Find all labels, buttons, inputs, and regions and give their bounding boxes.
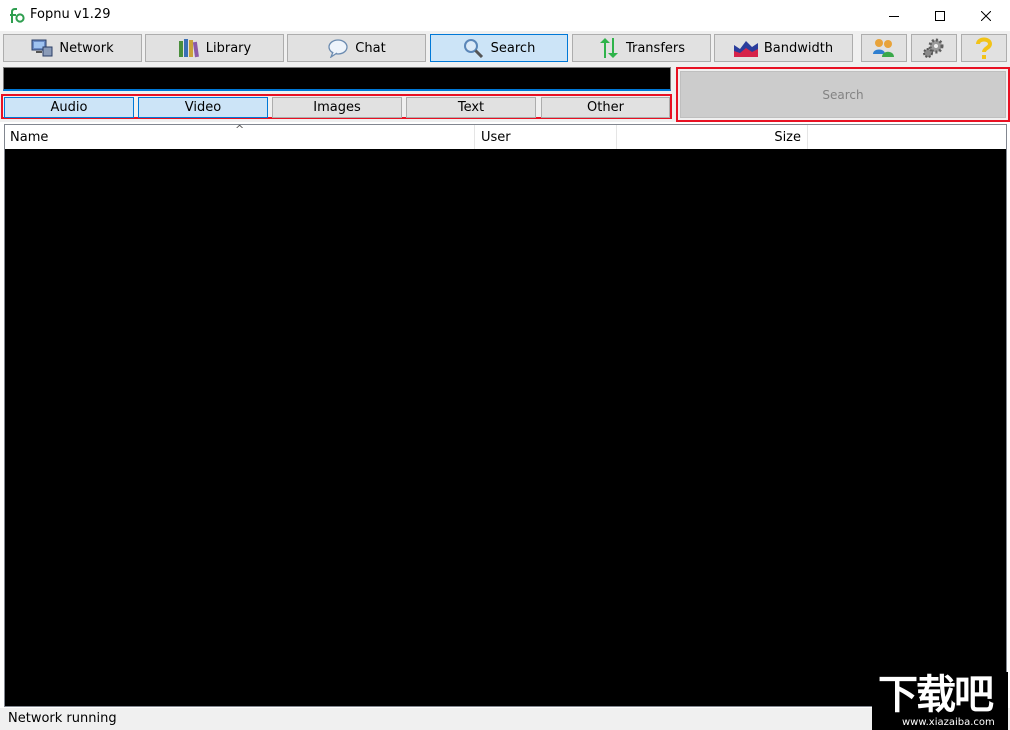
library-button[interactable]: Library (145, 34, 284, 62)
network-computer-icon (31, 39, 53, 57)
title-bar: Fopnu v1.29 (0, 0, 1010, 31)
results-table[interactable]: ^ Name User Size (4, 123, 1007, 707)
search-button-frame: Search (676, 67, 1010, 122)
fopnu-logo-icon (10, 8, 25, 23)
window-title: Fopnu v1.29 (30, 7, 111, 22)
main-toolbar: Network Library Chat Search Transfers Ba… (0, 31, 1010, 66)
transfers-button[interactable]: Transfers (572, 34, 711, 62)
network-label: Network (59, 40, 114, 56)
bandwidth-button[interactable]: Bandwidth (714, 34, 853, 62)
column-header-name[interactable]: ^ Name (5, 123, 475, 149)
search-submit-button[interactable]: Search (680, 71, 1006, 118)
column-user-label: User (481, 129, 511, 145)
status-bar: Network running (0, 708, 1010, 730)
chat-bubble-icon (328, 39, 348, 58)
settings-button[interactable] (911, 34, 957, 62)
filter-audio-button[interactable]: Audio (4, 97, 134, 118)
search-query-input[interactable] (3, 67, 671, 91)
close-button[interactable] (963, 0, 1009, 31)
maximize-icon (935, 10, 945, 21)
search-tab-label: Search (490, 40, 536, 56)
minimize-button[interactable] (871, 0, 917, 31)
column-size-label: Size (774, 129, 801, 145)
users-button[interactable] (861, 34, 907, 62)
gears-icon (923, 38, 944, 58)
watermark-logo: 下载吧 www.xiazaiba.com (872, 672, 1008, 730)
filter-text-button[interactable]: Text (406, 97, 536, 118)
status-text: Network running (8, 711, 117, 726)
column-name-label: Name (10, 129, 49, 145)
watermark-title: 下载吧 (878, 672, 994, 718)
chat-button[interactable]: Chat (287, 34, 426, 62)
column-header-user[interactable]: User (475, 125, 617, 149)
magnifier-search-icon (463, 39, 483, 58)
minimize-icon (889, 15, 899, 17)
transfers-arrows-icon (599, 38, 618, 58)
bandwidth-graph-icon (733, 41, 758, 57)
library-books-icon (178, 39, 199, 58)
chat-label: Chat (355, 40, 386, 56)
results-header: ^ Name User Size (5, 123, 1006, 149)
filter-video-button[interactable]: Video (138, 97, 268, 118)
column-header-size[interactable]: Size (617, 125, 808, 149)
results-list-body[interactable] (5, 149, 1006, 706)
search-panel: Audio Video Images Text Other Search (0, 66, 1010, 122)
help-button[interactable] (961, 34, 1007, 62)
filter-images-button[interactable]: Images (272, 97, 402, 118)
users-icon (873, 39, 894, 57)
question-mark-icon (976, 37, 993, 59)
maximize-button[interactable] (917, 0, 963, 31)
watermark-url: www.xiazaiba.com (902, 717, 995, 728)
transfers-label: Transfers (625, 40, 686, 56)
file-type-filter-group: Audio Video Images Text Other (1, 94, 672, 119)
library-label: Library (205, 40, 252, 56)
bandwidth-label: Bandwidth (763, 40, 834, 56)
network-button[interactable]: Network (3, 34, 142, 62)
close-icon (981, 10, 991, 21)
filter-other-button[interactable]: Other (541, 97, 670, 118)
search-tab-button[interactable]: Search (430, 34, 568, 62)
sort-ascending-icon: ^ (235, 123, 245, 136)
